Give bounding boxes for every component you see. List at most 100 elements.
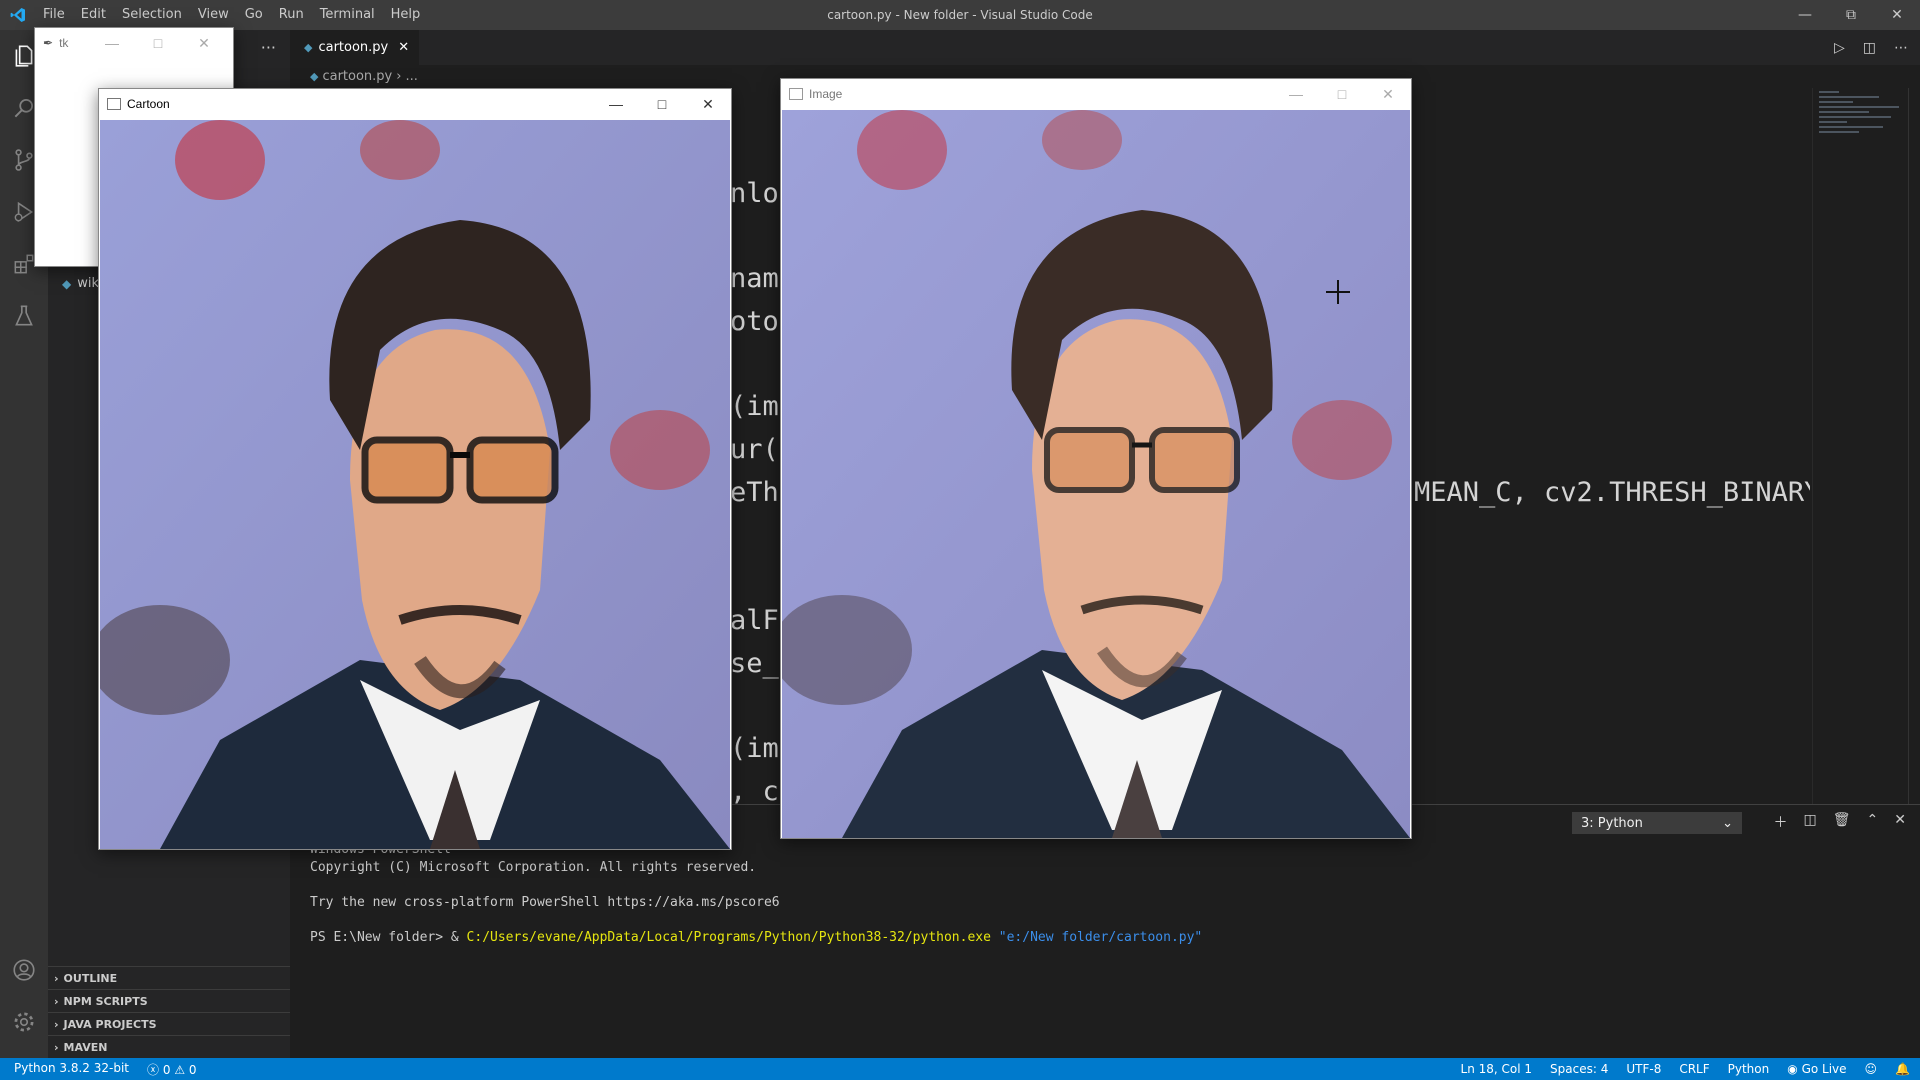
image-window-titlebar[interactable]: Image — □ ✕: [781, 79, 1411, 109]
maximize-panel-icon[interactable]: ⌃: [1867, 812, 1879, 832]
crosshair-cursor-icon: [1326, 280, 1350, 304]
chevron-down-icon: ⌄: [1722, 815, 1733, 831]
close-panel-icon[interactable]: ✕: [1894, 812, 1906, 832]
cursor-position[interactable]: Ln 18, Col 1: [1461, 1062, 1533, 1076]
status-bar: Python 3.8.2 32-bit ⓧ 0 ⚠ 0 Ln 18, Col 1…: [0, 1058, 1920, 1080]
menu-help[interactable]: Help: [383, 0, 429, 30]
chevron-right-icon: ›: [54, 994, 59, 1008]
cartoon-window-titlebar[interactable]: Cartoon — □ ✕: [99, 89, 731, 119]
run-file-icon[interactable]: ▷: [1834, 40, 1845, 56]
section-label: NPM SCRIPTS: [63, 994, 148, 1008]
chevron-right-icon: ›: [54, 971, 59, 985]
breadcrumb-more[interactable]: ...: [405, 69, 417, 84]
window-app-icon: [107, 98, 121, 110]
split-terminal-icon[interactable]: ◫: [1804, 812, 1817, 832]
breadcrumb: ◆ cartoon.py › ...: [290, 65, 418, 87]
go-live-button[interactable]: ◉ Go Live: [1787, 1062, 1846, 1076]
editor-actions: ▷ ◫ ⋯: [1834, 30, 1908, 65]
close-icon[interactable]: ✕: [1365, 79, 1411, 109]
terminal-arg: "e:/New folder/cartoon.py": [998, 929, 1203, 945]
code-fragment: MEAN_C, cv2.THRESH_BINARY: [1414, 477, 1810, 508]
restore-icon[interactable]: ⧉: [1828, 0, 1874, 30]
minimap[interactable]: [1812, 88, 1908, 804]
menu-selection[interactable]: Selection: [114, 0, 190, 30]
trash-icon[interactable]: 🗑: [1833, 812, 1851, 832]
status-left: Python 3.8.2 32-bit ⓧ 0 ⚠ 0: [0, 1061, 197, 1078]
feather-icon: ✒: [43, 36, 54, 50]
encoding[interactable]: UTF-8: [1626, 1062, 1661, 1076]
terminal-exe-path: C:/Users/evane/AppData/Local/Programs/Py…: [466, 929, 991, 945]
cartoon-image: [100, 120, 730, 849]
terminal-line: Try the new cross-platform PowerShell ht…: [310, 894, 780, 910]
close-icon[interactable]: ✕: [181, 28, 227, 58]
tab-close-icon[interactable]: ✕: [398, 40, 409, 55]
end-of-line[interactable]: CRLF: [1679, 1062, 1709, 1076]
sidebar-file-label: wik: [77, 276, 100, 291]
testing-flask-icon[interactable]: [0, 290, 48, 342]
maximize-icon[interactable]: □: [639, 89, 685, 119]
terminal-output[interactable]: Windows PowerShell Copyright (C) Microso…: [290, 841, 1920, 946]
maximize-icon[interactable]: □: [1319, 79, 1365, 109]
tk-window-title: tk: [59, 36, 69, 50]
sidebar-file-item[interactable]: ◆ wik: [62, 276, 99, 291]
window-app-icon: [789, 88, 803, 100]
image-window-title: Image: [809, 87, 843, 101]
terminal-prompt: PS E:\New folder> &: [310, 929, 467, 945]
close-icon[interactable]: ✕: [685, 89, 731, 119]
status-right: Ln 18, Col 1 Spaces: 4 UTF-8 CRLF Python…: [1461, 1062, 1910, 1076]
menu-run[interactable]: Run: [271, 0, 312, 30]
more-actions-icon[interactable]: ⋯: [1894, 40, 1908, 56]
warning-count: 0: [188, 1062, 197, 1077]
maximize-icon[interactable]: □: [135, 28, 181, 58]
error-icon: ⓧ: [147, 1062, 160, 1077]
tab-label: cartoon.py: [318, 40, 389, 55]
notifications-bell-icon[interactable]: 🔔: [1895, 1062, 1910, 1076]
breadcrumb-file[interactable]: cartoon.py: [322, 69, 392, 84]
editor-tabs: ◆ cartoon.py ✕ ▷ ◫ ⋯: [290, 30, 1920, 65]
section-java-projects[interactable]: › JAVA PROJECTS: [48, 1012, 290, 1035]
indentation[interactable]: Spaces: 4: [1550, 1062, 1608, 1076]
menu-go[interactable]: Go: [237, 0, 271, 30]
python-file-icon: ◆: [304, 41, 313, 54]
python-file-icon: ◆: [62, 276, 72, 291]
split-editor-icon[interactable]: ◫: [1863, 40, 1876, 56]
language-mode[interactable]: Python: [1728, 1062, 1770, 1076]
terminal-select-value: 3: Python: [1581, 815, 1643, 831]
image-window[interactable]: Image — □ ✕: [780, 78, 1412, 839]
section-label: JAVA PROJECTS: [63, 1017, 157, 1031]
editor-scrollbar[interactable]: [1908, 88, 1920, 804]
minimize-icon[interactable]: —: [593, 89, 639, 119]
panel-actions: ＋ ◫ 🗑 ⌃ ✕: [1774, 812, 1906, 832]
code-fragment: , c: [730, 776, 779, 804]
minimize-icon[interactable]: —: [1782, 0, 1828, 30]
section-npm-scripts[interactable]: › NPM SCRIPTS: [48, 989, 290, 1012]
tab-cartoon-py[interactable]: ◆ cartoon.py ✕: [290, 30, 420, 65]
tk-window-titlebar[interactable]: ✒ tk — □ ✕: [35, 28, 233, 58]
new-terminal-icon[interactable]: ＋: [1774, 812, 1788, 832]
terminal-line: Copyright (C) Microsoft Corporation. All…: [310, 859, 757, 875]
minimize-icon[interactable]: —: [89, 28, 135, 58]
problems-indicator[interactable]: ⓧ 0 ⚠ 0: [147, 1061, 197, 1078]
menu-view[interactable]: View: [190, 0, 237, 30]
section-outline[interactable]: › OUTLINE: [48, 966, 290, 989]
broadcast-icon: ◉: [1787, 1062, 1798, 1076]
menu-edit[interactable]: Edit: [73, 0, 114, 30]
python-interpreter[interactable]: Python 3.8.2 32-bit: [14, 1061, 129, 1078]
python-file-icon: ◆: [310, 69, 319, 83]
feedback-icon[interactable]: ☺: [1865, 1062, 1878, 1076]
error-count: 0: [162, 1062, 171, 1077]
cartoon-window-title: Cartoon: [127, 97, 170, 111]
settings-gear-icon[interactable]: [0, 996, 48, 1048]
window-controls: — ⧉ ✕: [1782, 0, 1920, 30]
cartoon-window[interactable]: Cartoon — □ ✕: [98, 88, 732, 850]
menu-file[interactable]: File: [35, 0, 73, 30]
terminal-select[interactable]: 3: Python ⌄: [1572, 812, 1742, 834]
close-icon[interactable]: ✕: [1874, 0, 1920, 30]
title-bar: File Edit Selection View Go Run Terminal…: [0, 0, 1920, 30]
menu-terminal[interactable]: Terminal: [312, 0, 383, 30]
section-maven[interactable]: › MAVEN: [48, 1035, 290, 1058]
minimize-icon[interactable]: —: [1273, 79, 1319, 109]
section-label: MAVEN: [63, 1040, 108, 1054]
account-icon[interactable]: [0, 944, 48, 996]
chevron-right-icon: ›: [54, 1040, 59, 1054]
